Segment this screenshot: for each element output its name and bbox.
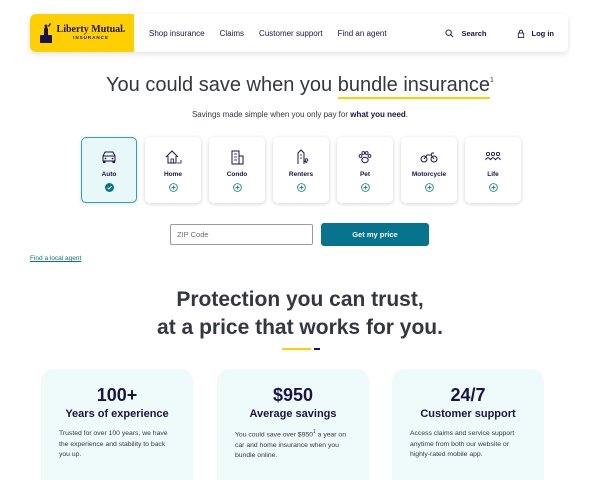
product-tile-motorcycle[interactable]: Motorcycle bbox=[401, 137, 457, 203]
product-tile-pet[interactable]: Pet bbox=[337, 137, 393, 203]
stat-card-savings: $950 Average savings You could save over… bbox=[217, 369, 369, 480]
search-icon bbox=[445, 28, 454, 37]
apartment-icon bbox=[297, 149, 309, 164]
stat-description: You could save over $9501 a year on car … bbox=[235, 429, 346, 460]
hero-subtitle: Savings made simple when you only pay fo… bbox=[191, 110, 409, 119]
product-label: Life bbox=[487, 171, 499, 178]
product-selector: Auto Home Condo Renters Pet Motorcycle L… bbox=[81, 137, 521, 203]
nav-customer-support[interactable]: Customer support bbox=[259, 29, 323, 38]
get-my-price-button[interactable]: Get my price bbox=[321, 223, 429, 246]
hero-title-highlight: bundle insurance bbox=[337, 74, 491, 99]
motorcycle-icon bbox=[420, 152, 438, 163]
product-label: Home bbox=[163, 171, 183, 178]
login-label: Log in bbox=[531, 28, 555, 38]
brand-sub: INSURANCE bbox=[73, 35, 109, 41]
protection-subheading: at a price that works for you. bbox=[157, 316, 443, 339]
zip-code-input[interactable] bbox=[170, 224, 313, 245]
stat-label: Years of experience bbox=[65, 408, 169, 420]
liberty-mutual-logo[interactable]: Liberty Mutual. INSURANCE bbox=[30, 14, 134, 52]
stat-number: $950 bbox=[272, 385, 314, 405]
site-header: Liberty Mutual. INSURANCE Shop insurance… bbox=[30, 14, 568, 52]
stat-card-experience: 100+ Years of experience Trusted for ove… bbox=[41, 369, 193, 480]
header-actions: Search Log in bbox=[445, 29, 554, 38]
product-label: Motorcycle bbox=[411, 171, 447, 178]
house-icon bbox=[165, 150, 182, 164]
people-icon bbox=[485, 151, 501, 161]
paw-icon bbox=[358, 151, 372, 164]
login-button[interactable]: Log in bbox=[517, 28, 555, 38]
stat-card-support: 24/7 Customer support Access claims and … bbox=[392, 369, 544, 480]
plus-circle-icon bbox=[296, 183, 306, 192]
protection-heading: Protection you can trust, bbox=[176, 288, 424, 311]
checkmark-icon bbox=[104, 183, 114, 192]
search-button[interactable]: Search bbox=[445, 28, 487, 38]
stat-description: Access claims and service support anytim… bbox=[410, 430, 515, 459]
product-tile-auto[interactable]: Auto bbox=[81, 137, 137, 203]
plus-circle-icon bbox=[168, 183, 178, 192]
plus-circle-icon bbox=[360, 183, 370, 192]
product-label: Renters bbox=[288, 171, 314, 178]
building-icon bbox=[231, 150, 244, 165]
product-label: Condo bbox=[226, 171, 248, 178]
statue-of-liberty-icon bbox=[39, 23, 52, 43]
main-nav: Shop insurance Claims Customer support F… bbox=[149, 29, 387, 38]
product-label: Pet bbox=[359, 171, 371, 178]
product-tile-home[interactable]: Home bbox=[145, 137, 201, 203]
product-label: Auto bbox=[101, 171, 117, 178]
stat-number: 24/7 bbox=[450, 385, 486, 405]
nav-claims[interactable]: Claims bbox=[220, 29, 244, 38]
hero-title: You could save when you bundle insurance… bbox=[0, 74, 600, 99]
plus-circle-icon bbox=[424, 183, 434, 192]
product-tile-life[interactable]: Life bbox=[465, 137, 521, 203]
stat-description: Trusted for over 100 years, we have the … bbox=[59, 430, 168, 459]
product-tile-renters[interactable]: Renters bbox=[273, 137, 329, 203]
plus-circle-icon bbox=[232, 183, 242, 192]
nav-shop-insurance[interactable]: Shop insurance bbox=[149, 29, 205, 38]
nav-find-an-agent[interactable]: Find an agent bbox=[338, 29, 387, 38]
find-local-agent-link[interactable]: Find a local agent bbox=[30, 255, 81, 262]
stat-label: Customer support bbox=[420, 408, 516, 420]
car-icon bbox=[102, 151, 116, 163]
stat-label: Average savings bbox=[249, 408, 337, 420]
search-label: Search bbox=[461, 28, 487, 38]
footnote-1[interactable]: 1 bbox=[490, 77, 494, 84]
product-tile-condo[interactable]: Condo bbox=[209, 137, 265, 203]
heading-divider bbox=[282, 348, 320, 351]
stat-number: 100+ bbox=[96, 385, 138, 405]
brand-name: Liberty Mutual. bbox=[56, 24, 126, 36]
plus-circle-icon bbox=[488, 183, 498, 192]
lock-icon bbox=[517, 29, 524, 38]
